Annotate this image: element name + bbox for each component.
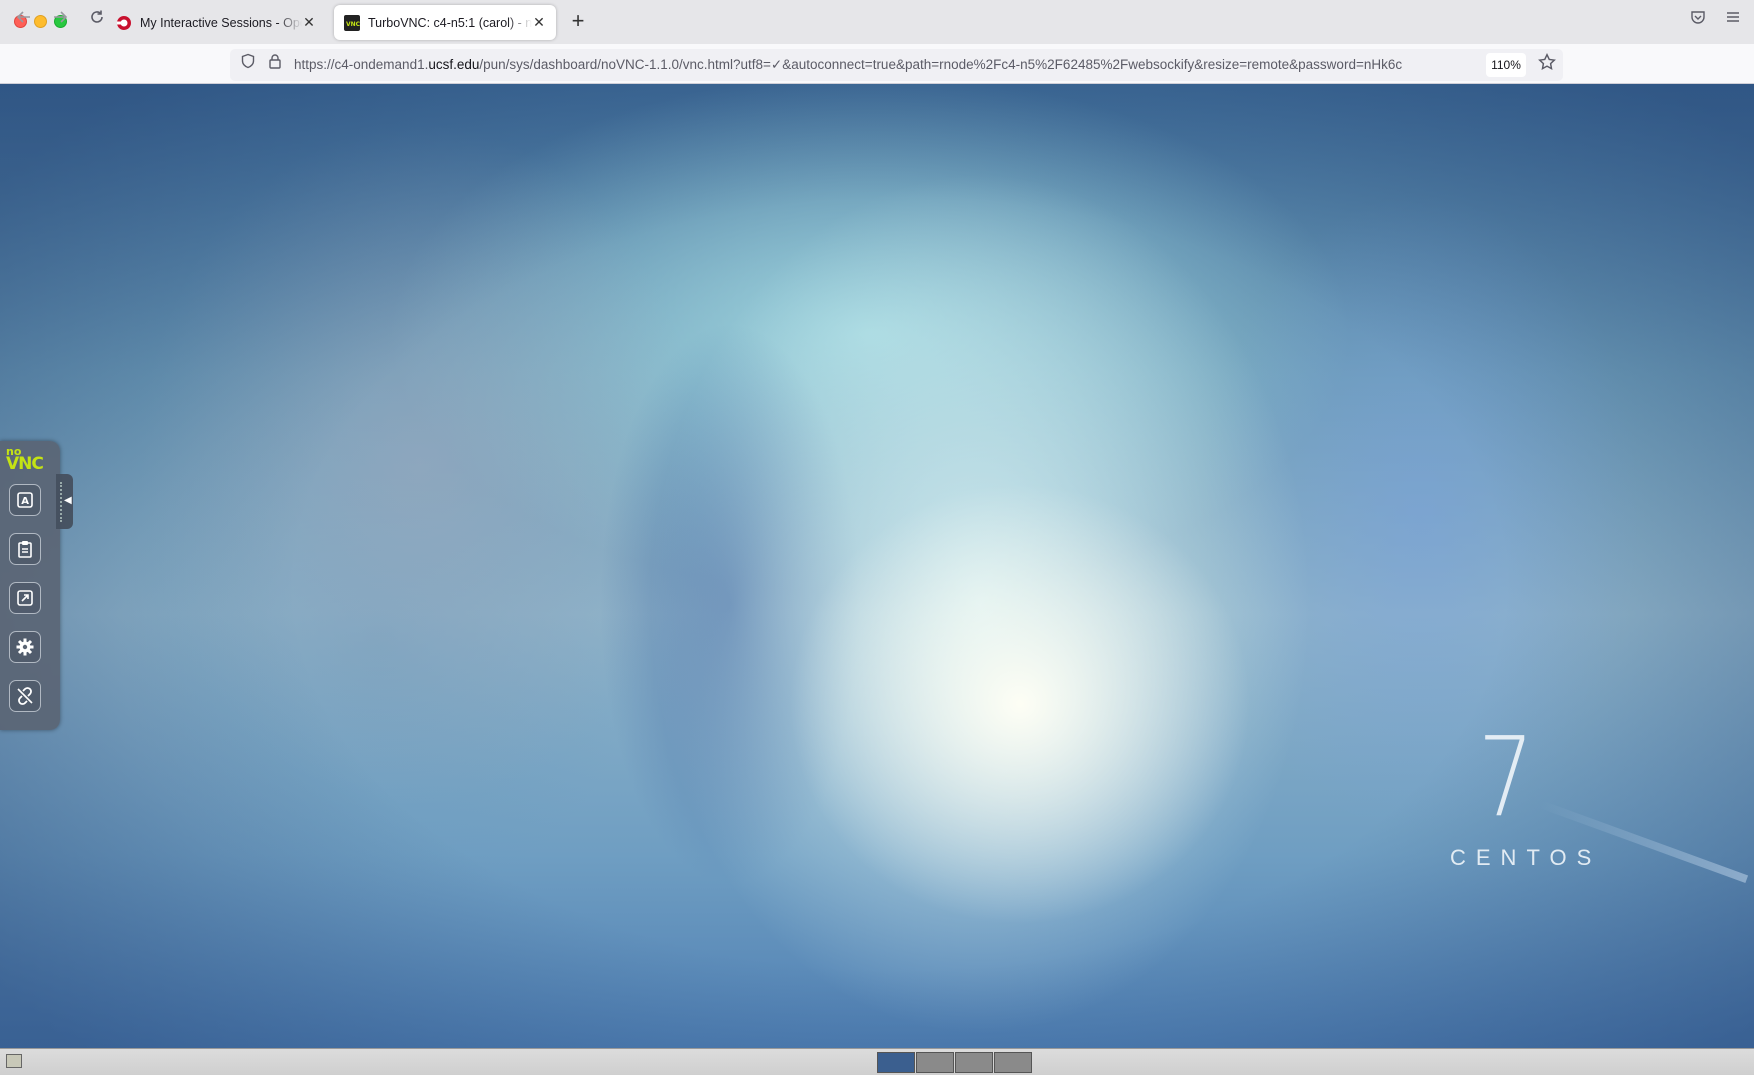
forward-button[interactable] — [49, 9, 71, 31]
pocket-icon[interactable] — [1687, 9, 1709, 31]
bookmark-star-icon[interactable] — [1536, 52, 1558, 75]
reload-button[interactable] — [86, 9, 108, 31]
gear-icon — [16, 638, 34, 656]
tab-turbovnc[interactable]: VNC TurboVNC: c4-n5:1 (carol) - noV ✕ — [334, 5, 556, 40]
reload-icon — [91, 10, 103, 23]
new-tab-button[interactable]: + — [568, 10, 588, 32]
back-button[interactable] — [13, 9, 35, 31]
novnc-logo: no VNC — [6, 446, 48, 474]
ondemand-icon — [117, 15, 131, 30]
shield-icon[interactable] — [237, 53, 259, 75]
lock-icon[interactable] — [264, 53, 286, 75]
clipboard-icon — [18, 541, 32, 558]
centos-version-mark: 7 — [1478, 713, 1534, 841]
fullscreen-button[interactable] — [9, 582, 41, 614]
keyboard-button[interactable]: A — [9, 484, 41, 516]
menu-icon[interactable] — [1722, 9, 1744, 31]
arrow-left-icon — [16, 11, 30, 23]
url-text[interactable]: https://c4-ondemand1.ucsf.edu/pun/sys/da… — [294, 56, 1478, 74]
keyboard-icon: A — [17, 492, 33, 508]
arrow-right-icon — [54, 11, 68, 23]
svg-text:A: A — [21, 496, 29, 507]
novnc-control-bar-handle[interactable]: ◀ — [56, 474, 73, 529]
tab-my-interactive-sessions[interactable]: My Interactive Sessions - Open ✕ — [106, 5, 326, 40]
url-domain: ucsf.edu — [428, 57, 480, 72]
tab-title: My Interactive Sessions - Open — [140, 15, 302, 30]
workspace-4[interactable] — [994, 1052, 1032, 1073]
workspace-2[interactable] — [916, 1052, 954, 1073]
clipboard-button[interactable] — [9, 533, 41, 565]
tab-close-icon[interactable]: ✕ — [532, 14, 546, 31]
wallpaper-vignette — [0, 84, 1754, 1048]
disconnect-button[interactable] — [9, 680, 41, 712]
fullscreen-icon — [17, 590, 33, 606]
url-path: /pun/sys/dashboard/noVNC-1.1.0/vnc.html?… — [479, 57, 1403, 72]
vnc-desktop[interactable] — [0, 84, 1754, 1048]
novnc-logo-vnc: VNC — [6, 454, 44, 474]
broken-link-icon — [17, 687, 33, 705]
workspace-1[interactable] — [877, 1052, 915, 1073]
settings-button[interactable] — [9, 631, 41, 663]
zoom-level-button[interactable]: 110% — [1486, 53, 1526, 77]
minimize-window-button[interactable] — [34, 15, 47, 28]
centos-wordmark: CENTOS — [1450, 845, 1602, 870]
show-desktop-icon[interactable] — [6, 1054, 22, 1068]
svg-text:VNC: VNC — [346, 21, 360, 28]
tab-title: TurboVNC: c4-n5:1 (carol) - noV — [368, 15, 532, 30]
collapse-arrow-icon: ◀ — [64, 495, 72, 506]
url-prefix: https://c4-ondemand1. — [294, 57, 429, 72]
tab-close-icon[interactable]: ✕ — [302, 14, 316, 31]
workspace-3[interactable] — [955, 1052, 993, 1073]
vnc-icon: VNC — [344, 14, 360, 31]
